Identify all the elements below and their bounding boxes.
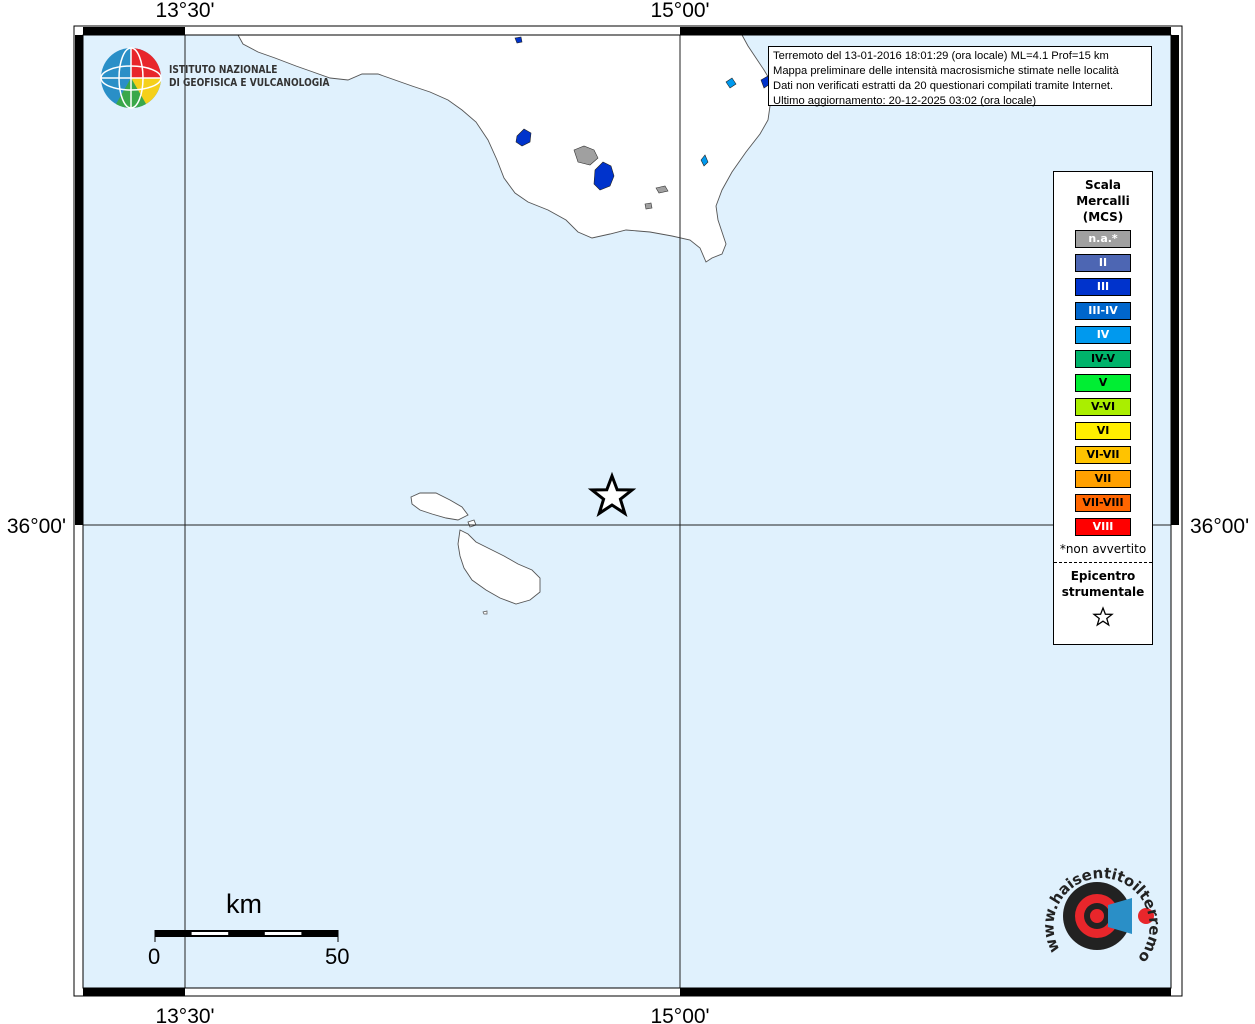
lon-label-bottom-2: 15°00' xyxy=(650,1005,709,1024)
legend-title-line-2: Mercalli xyxy=(1076,194,1130,208)
scale-max-label: 50 xyxy=(325,944,350,969)
legend-item: IV-V xyxy=(1075,350,1131,368)
legend-item: VI-VII xyxy=(1075,446,1131,464)
info-line-3: Dati non verificati estratti da 20 quest… xyxy=(773,80,1114,92)
legend-title: Scala Mercalli (MCS) xyxy=(1054,177,1152,225)
event-info-box: Terremoto del 13-01-2016 18:01:29 (ora l… xyxy=(768,46,1152,107)
info-line-4: Ultimo aggiornamento: 20-12-2025 03:02 (… xyxy=(773,95,1037,107)
legend-epicenter-label: Epicentro strumentale xyxy=(1054,568,1152,600)
legend-note: *non avvertito xyxy=(1059,542,1147,556)
lon-label-bottom-1: 13°30' xyxy=(155,1005,214,1024)
mcs-legend: Scala Mercalli (MCS) n.a.* II III III-IV IV I… xyxy=(1053,171,1153,645)
ingv-logo-icon xyxy=(100,47,162,109)
legend-epicenter-line-2: strumentale xyxy=(1061,585,1145,599)
scale-unit-label: km xyxy=(226,889,262,919)
legend-epicenter-line-1: Epicentro xyxy=(1070,569,1136,583)
lon-label-top-2: 15°00' xyxy=(650,0,709,22)
legend-separator xyxy=(1054,562,1152,563)
legend-item: V xyxy=(1075,374,1131,392)
lat-label-right: 36°00' xyxy=(1190,515,1249,538)
legend-star-icon xyxy=(1092,606,1114,627)
legend-item: V-VI xyxy=(1075,398,1131,416)
legend-title-line-3: (MCS) xyxy=(1082,210,1124,224)
lon-label-top-1: 13°30' xyxy=(155,0,214,22)
intensity-area-na-3 xyxy=(644,202,653,210)
legend-item: VI xyxy=(1075,422,1131,440)
legend-item: VIII xyxy=(1075,518,1131,536)
institute-name: ISTITUTO NAZIONALE DI GEOFISICA E VULCAN… xyxy=(169,64,330,90)
institute-line-2: DI GEOFISICA E VULCANOLOGIA xyxy=(169,77,330,89)
legend-item: II xyxy=(1075,254,1131,272)
legend-item: III xyxy=(1075,278,1131,296)
legend-item: VII xyxy=(1075,470,1131,488)
scale-min-label: 0 xyxy=(148,944,161,969)
legend-item: VII-VIII xyxy=(1075,494,1131,512)
lat-label-left: 36°00' xyxy=(7,515,66,538)
legend-item: n.a.* xyxy=(1075,230,1131,248)
legend-title-line-1: Scala xyxy=(1084,178,1122,192)
info-line-1: Terremoto del 13-01-2016 18:01:29 (ora l… xyxy=(773,50,1109,62)
legend-item: IV xyxy=(1075,326,1131,344)
legend-items: n.a.* II III III-IV IV IV-V V V-VI VI VI-VII VII VI… xyxy=(1054,230,1152,536)
legend-item: III-IV xyxy=(1075,302,1131,320)
info-line-2: Mappa preliminare delle intensità macros… xyxy=(773,65,1119,77)
institute-line-1: ISTITUTO NAZIONALE xyxy=(169,64,278,76)
